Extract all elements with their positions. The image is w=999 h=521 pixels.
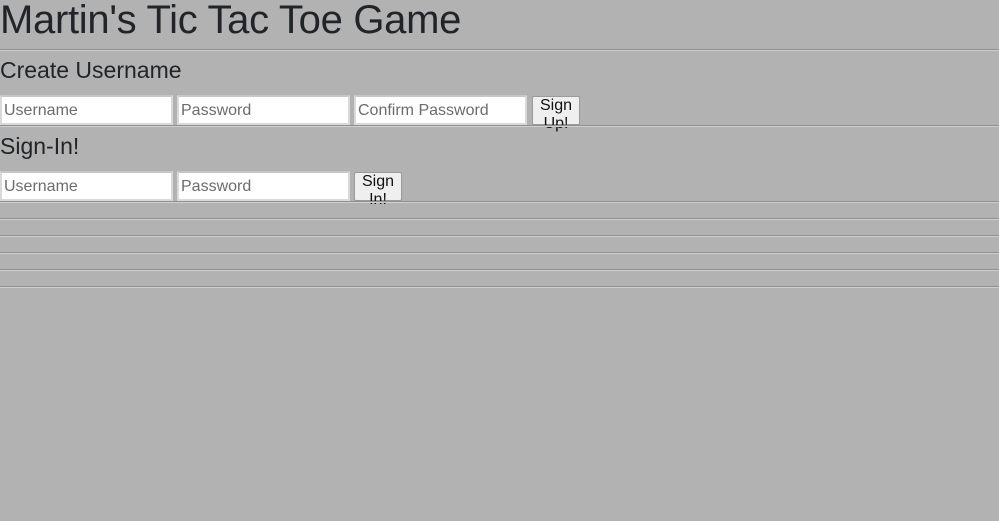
signin-password-input[interactable] — [177, 171, 350, 201]
page-title: Martin's Tic Tac Toe Game — [0, 0, 462, 42]
divider — [0, 49, 999, 51]
divider — [0, 269, 999, 271]
sign-in-button[interactable]: Sign In! — [354, 172, 403, 208]
divider — [0, 286, 999, 288]
page: Martin's Tic Tac Toe Game Create Usernam… — [0, 0, 999, 521]
divider — [0, 125, 999, 127]
divider — [0, 252, 999, 254]
signin-heading: Sign-In! — [0, 133, 80, 159]
signup-heading: Create Username — [0, 57, 182, 83]
divider — [0, 201, 999, 203]
signup-confirm-password-input[interactable] — [354, 95, 527, 125]
signup-password-input[interactable] — [177, 95, 350, 125]
signin-username-input[interactable] — [0, 171, 173, 201]
signup-username-input[interactable] — [0, 95, 173, 125]
divider — [0, 218, 999, 220]
divider — [0, 235, 999, 237]
sign-up-button[interactable]: Sign Up! — [532, 96, 581, 132]
